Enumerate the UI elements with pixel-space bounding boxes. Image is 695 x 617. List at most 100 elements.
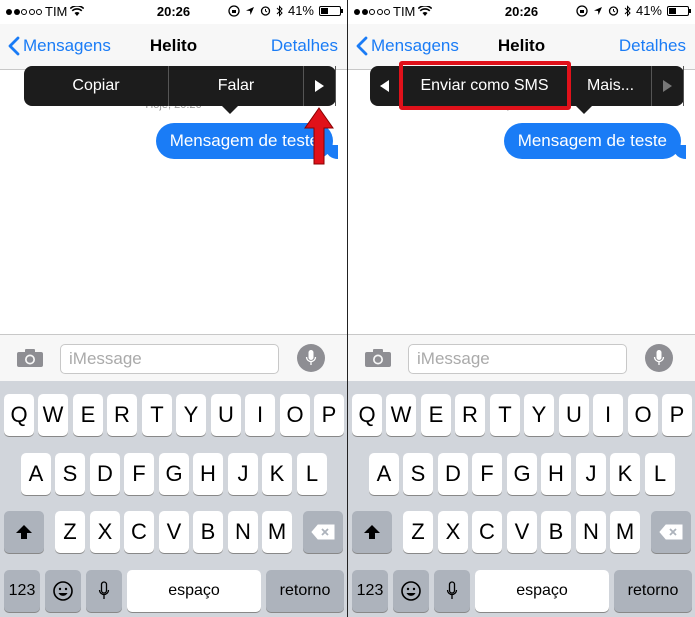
key-i[interactable]: I (593, 394, 623, 436)
key-w[interactable]: W (38, 394, 68, 436)
keyboard: Q W E R T Y U I O P A S D F G H J K L Z … (348, 381, 695, 617)
numbers-key[interactable]: 123 (4, 570, 40, 612)
message-input[interactable]: iMessage (408, 344, 627, 374)
key-p[interactable]: P (662, 394, 692, 436)
copy-menu-item[interactable]: Copiar (24, 66, 169, 106)
emoji-icon (401, 581, 421, 601)
dictation-key[interactable] (434, 570, 470, 612)
message-bubble[interactable]: Mensagem de teste (503, 123, 687, 159)
space-key[interactable]: espaço (475, 570, 609, 612)
key-z[interactable]: Z (403, 511, 433, 553)
key-z[interactable]: Z (55, 511, 85, 553)
camera-icon[interactable] (364, 348, 392, 368)
microphone-button[interactable] (645, 344, 673, 372)
microphone-button[interactable] (297, 344, 325, 372)
menu-pointer (576, 106, 592, 114)
left-screen: TIM 20:26 41% Mensagens Helito Detalhes … (0, 0, 347, 617)
input-bar: iMessage (0, 334, 347, 381)
camera-icon[interactable] (16, 348, 44, 368)
key-m[interactable]: M (610, 511, 640, 553)
shift-key[interactable] (4, 511, 44, 553)
key-h[interactable]: H (193, 453, 223, 495)
key-a[interactable]: A (369, 453, 399, 495)
key-s[interactable]: S (403, 453, 433, 495)
play-left-icon (380, 80, 389, 92)
key-r[interactable]: R (107, 394, 137, 436)
shift-arrow-icon (364, 525, 380, 539)
key-x[interactable]: X (438, 511, 468, 553)
return-key[interactable]: retorno (614, 570, 692, 612)
emoji-key[interactable] (45, 570, 81, 612)
key-o[interactable]: O (628, 394, 658, 436)
key-g[interactable]: G (507, 453, 537, 495)
previous-menu-button[interactable] (370, 66, 400, 106)
key-l[interactable]: L (297, 453, 327, 495)
key-b[interactable]: B (193, 511, 223, 553)
key-d[interactable]: D (90, 453, 120, 495)
key-r[interactable]: R (455, 394, 485, 436)
key-d[interactable]: D (438, 453, 468, 495)
key-u[interactable]: U (559, 394, 589, 436)
space-key[interactable]: espaço (127, 570, 261, 612)
highlight-box (399, 61, 571, 110)
key-t[interactable]: T (142, 394, 172, 436)
play-right-icon (663, 80, 672, 92)
key-k[interactable]: K (610, 453, 640, 495)
key-v[interactable]: V (507, 511, 537, 553)
key-c[interactable]: C (472, 511, 502, 553)
more-menu-item[interactable]: Mais... (570, 66, 652, 106)
alarm-icon (608, 6, 619, 16)
details-button[interactable]: Detalhes (619, 36, 686, 56)
rotation-lock-icon (228, 4, 240, 17)
key-q[interactable]: Q (352, 394, 382, 436)
key-w[interactable]: W (386, 394, 416, 436)
delete-key[interactable] (303, 511, 343, 553)
return-key[interactable]: retorno (266, 570, 344, 612)
details-button[interactable]: Detalhes (271, 36, 338, 56)
key-u[interactable]: U (211, 394, 241, 436)
key-t[interactable]: T (490, 394, 520, 436)
key-y[interactable]: Y (524, 394, 554, 436)
key-i[interactable]: I (245, 394, 275, 436)
key-q[interactable]: Q (4, 394, 34, 436)
message-input[interactable]: iMessage (60, 344, 279, 374)
key-n[interactable]: N (228, 511, 258, 553)
key-v[interactable]: V (159, 511, 189, 553)
key-n[interactable]: N (576, 511, 606, 553)
battery-percent: 41% (635, 3, 662, 18)
delete-key[interactable] (651, 511, 691, 553)
key-g[interactable]: G (159, 453, 189, 495)
key-b[interactable]: B (541, 511, 571, 553)
emoji-key[interactable] (393, 570, 429, 612)
microphone-icon (98, 581, 110, 599)
next-menu-button[interactable] (652, 66, 684, 106)
key-h[interactable]: H (541, 453, 571, 495)
emoji-icon (53, 581, 73, 601)
key-a[interactable]: A (21, 453, 51, 495)
next-menu-button[interactable] (304, 66, 336, 106)
key-l[interactable]: L (645, 453, 675, 495)
numbers-key[interactable]: 123 (352, 570, 388, 612)
key-x[interactable]: X (90, 511, 120, 553)
key-e[interactable]: E (73, 394, 103, 436)
alarm-icon (260, 6, 271, 16)
key-y[interactable]: Y (176, 394, 206, 436)
battery-percent: 41% (287, 3, 314, 18)
key-j[interactable]: J (228, 453, 258, 495)
dictation-key[interactable] (86, 570, 122, 612)
key-m[interactable]: M (262, 511, 292, 553)
key-o[interactable]: O (280, 394, 310, 436)
backspace-icon (659, 524, 683, 540)
key-s[interactable]: S (55, 453, 85, 495)
microphone-icon (653, 350, 665, 365)
key-c[interactable]: C (124, 511, 154, 553)
key-k[interactable]: K (262, 453, 292, 495)
key-e[interactable]: E (421, 394, 451, 436)
speak-menu-item[interactable]: Falar (169, 66, 304, 106)
microphone-icon (305, 350, 317, 365)
shift-key[interactable] (352, 511, 392, 553)
key-j[interactable]: J (576, 453, 606, 495)
key-p[interactable]: P (314, 394, 344, 436)
key-f[interactable]: F (124, 453, 154, 495)
key-f[interactable]: F (472, 453, 502, 495)
